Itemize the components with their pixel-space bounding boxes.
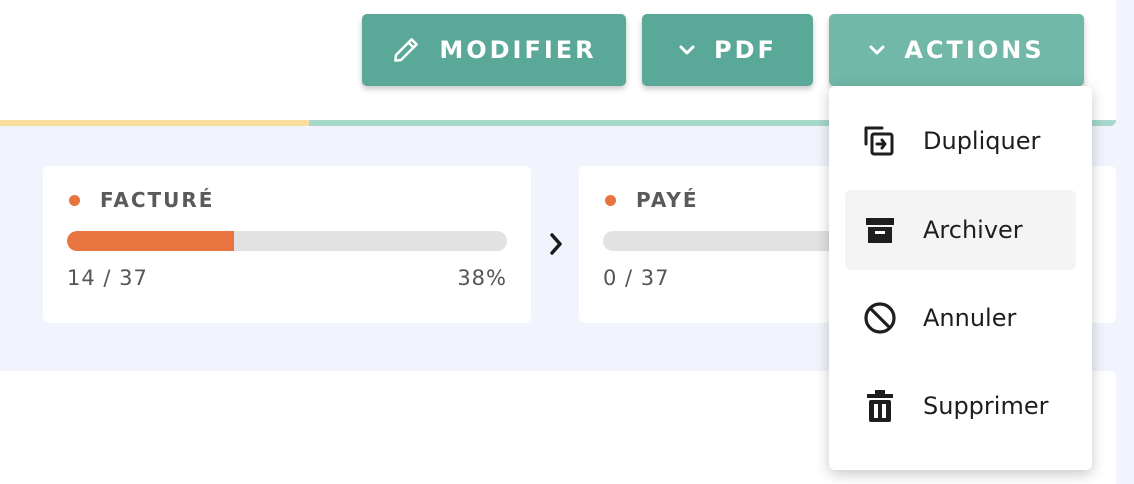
actions-button[interactable]: ACTIONS bbox=[829, 14, 1084, 86]
duplicate-icon bbox=[863, 124, 897, 158]
archive-icon bbox=[863, 213, 897, 247]
menu-item-cancel[interactable]: Annuler bbox=[845, 278, 1076, 358]
cancel-icon bbox=[863, 301, 897, 335]
card-title: FACTURÉ bbox=[69, 188, 214, 212]
card-title: PAYÉ bbox=[605, 188, 699, 212]
chevron-down-icon bbox=[678, 44, 696, 56]
menu-item-label: Supprimer bbox=[923, 392, 1049, 420]
pdf-button-label: PDF bbox=[714, 36, 777, 64]
menu-item-duplicate[interactable]: Dupliquer bbox=[845, 101, 1076, 181]
menu-item-delete[interactable]: Supprimer bbox=[845, 366, 1076, 446]
modifier-button-label: MODIFIER bbox=[439, 36, 597, 64]
chevron-right-icon bbox=[545, 230, 567, 262]
pdf-button[interactable]: PDF bbox=[642, 14, 813, 86]
status-dot bbox=[605, 194, 616, 206]
progress-fill bbox=[67, 231, 235, 251]
menu-item-label: Archiver bbox=[923, 216, 1023, 244]
pencil-icon bbox=[391, 35, 421, 65]
status-dot bbox=[69, 194, 80, 206]
menu-item-archive[interactable]: Archiver bbox=[845, 190, 1076, 270]
actions-menu: Dupliquer Archiver Annuler Supprimer bbox=[829, 86, 1092, 470]
progress-bar bbox=[67, 231, 507, 251]
progress-percent: 38% bbox=[457, 266, 507, 290]
status-title: PAYÉ bbox=[636, 188, 699, 212]
progress-count: 0 / 37 bbox=[603, 266, 670, 290]
progress-count: 14 / 37 bbox=[67, 266, 148, 290]
actions-button-label: ACTIONS bbox=[904, 36, 1045, 64]
status-title: FACTURÉ bbox=[100, 188, 215, 212]
chevron-down-icon bbox=[868, 44, 886, 56]
right-gutter bbox=[1116, 0, 1134, 484]
menu-item-label: Dupliquer bbox=[923, 127, 1041, 155]
status-card-facture: FACTURÉ 14 / 37 38% bbox=[43, 166, 531, 323]
modifier-button[interactable]: MODIFIER bbox=[362, 14, 626, 86]
menu-item-label: Annuler bbox=[923, 304, 1017, 332]
trash-icon bbox=[863, 389, 897, 423]
workflow-progress-done bbox=[0, 120, 309, 126]
